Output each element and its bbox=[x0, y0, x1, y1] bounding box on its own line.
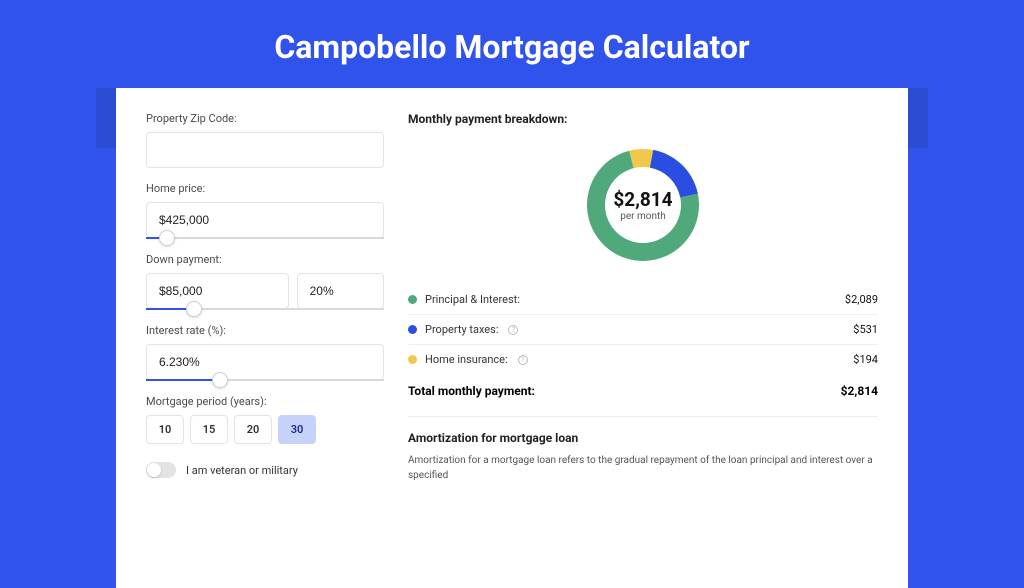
home-price-slider[interactable] bbox=[146, 237, 384, 239]
veteran-label: I am veteran or military bbox=[186, 464, 298, 477]
interest-rate-slider-thumb[interactable] bbox=[212, 372, 228, 388]
donut-sub: per month bbox=[613, 211, 672, 222]
down-payment-group: Down payment: bbox=[146, 253, 384, 310]
down-payment-slider-thumb[interactable] bbox=[186, 301, 202, 317]
down-payment-label: Down payment: bbox=[146, 253, 384, 266]
legend-row-2: Home insurance:? $194 bbox=[408, 345, 878, 374]
interest-rate-input[interactable] bbox=[146, 344, 384, 380]
home-price-group: Home price: bbox=[146, 182, 384, 239]
zip-input[interactable] bbox=[146, 132, 384, 168]
legend-list: Principal & Interest: $2,089 Property taxe… bbox=[408, 285, 878, 374]
legend-value: $194 bbox=[853, 353, 878, 366]
period-options: 10152030 bbox=[146, 415, 384, 444]
down-payment-percent-input[interactable] bbox=[297, 273, 384, 309]
down-payment-amount-input[interactable] bbox=[146, 273, 289, 309]
home-price-slider-thumb[interactable] bbox=[159, 230, 175, 246]
period-option-10[interactable]: 10 bbox=[146, 415, 184, 444]
veteran-toggle-knob bbox=[147, 463, 161, 477]
total-value: $2,814 bbox=[841, 384, 878, 398]
legend-left: Property taxes:? bbox=[408, 323, 518, 336]
breakdown-column: Monthly payment breakdown: $2,814 per mo… bbox=[408, 112, 878, 588]
legend-dot-icon bbox=[408, 325, 417, 334]
calculator-card: Property Zip Code: Home price: Down paym… bbox=[116, 88, 908, 588]
veteran-row: I am veteran or military bbox=[146, 462, 384, 478]
total-label: Total monthly payment: bbox=[408, 384, 535, 398]
interest-rate-group: Interest rate (%): bbox=[146, 324, 384, 381]
zip-group: Property Zip Code: bbox=[146, 112, 384, 168]
total-row: Total monthly payment: $2,814 bbox=[408, 374, 878, 416]
period-option-30[interactable]: 30 bbox=[278, 415, 316, 444]
legend-label: Property taxes: bbox=[425, 323, 498, 336]
amortization-heading: Amortization for mortgage loan bbox=[408, 431, 878, 445]
period-option-20[interactable]: 20 bbox=[234, 415, 272, 444]
interest-rate-label: Interest rate (%): bbox=[146, 324, 384, 337]
period-label: Mortgage period (years): bbox=[146, 395, 384, 408]
donut-value: $2,814 bbox=[613, 188, 672, 211]
legend-dot-icon bbox=[408, 295, 417, 304]
down-payment-slider[interactable] bbox=[146, 308, 384, 310]
legend-label: Principal & Interest: bbox=[425, 293, 520, 306]
donut-chart: $2,814 per month bbox=[408, 132, 878, 277]
info-icon[interactable]: ? bbox=[508, 325, 518, 335]
separator bbox=[408, 416, 878, 417]
legend-row-1: Property taxes:? $531 bbox=[408, 315, 878, 345]
interest-rate-slider-fill bbox=[146, 379, 220, 381]
period-option-15[interactable]: 15 bbox=[190, 415, 228, 444]
info-icon[interactable]: ? bbox=[518, 355, 528, 365]
veteran-toggle[interactable] bbox=[146, 462, 176, 478]
legend-row-0: Principal & Interest: $2,089 bbox=[408, 285, 878, 315]
legend-value: $2,089 bbox=[845, 293, 878, 306]
home-price-input[interactable] bbox=[146, 202, 384, 238]
donut-center: $2,814 per month bbox=[613, 188, 672, 222]
legend-left: Principal & Interest: bbox=[408, 293, 520, 306]
zip-label: Property Zip Code: bbox=[146, 112, 384, 125]
period-group: Mortgage period (years): 10152030 bbox=[146, 395, 384, 444]
legend-left: Home insurance:? bbox=[408, 353, 528, 366]
legend-value: $531 bbox=[853, 323, 878, 336]
page-title: Campobello Mortgage Calculator bbox=[0, 0, 1024, 88]
legend-label: Home insurance: bbox=[425, 353, 508, 366]
breakdown-heading: Monthly payment breakdown: bbox=[408, 112, 878, 126]
legend-dot-icon bbox=[408, 355, 417, 364]
home-price-label: Home price: bbox=[146, 182, 384, 195]
form-column: Property Zip Code: Home price: Down paym… bbox=[146, 112, 384, 588]
amortization-text: Amortization for a mortgage loan refers … bbox=[408, 453, 878, 483]
interest-rate-slider[interactable] bbox=[146, 379, 384, 381]
